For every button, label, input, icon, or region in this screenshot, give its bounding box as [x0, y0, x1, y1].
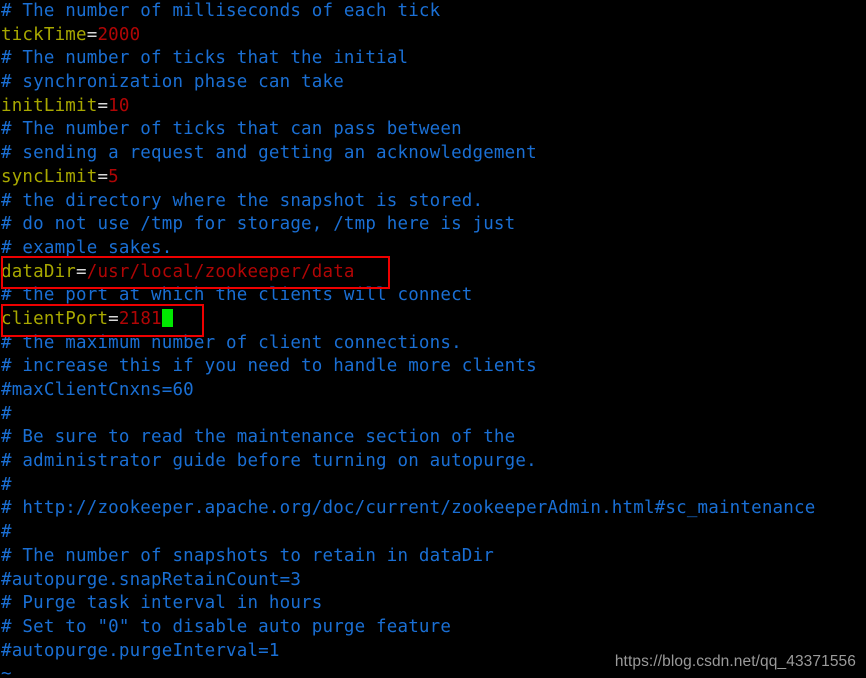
- config-equals-sign: =: [97, 95, 109, 116]
- comment-text: # the port at which the clients will con…: [1, 285, 473, 306]
- tilde-glyph: ~: [1, 664, 12, 678]
- comment-line[interactable]: # increase this if you need to handle mo…: [0, 355, 866, 379]
- comment-text: # the maximum number of client connectio…: [1, 332, 462, 353]
- comment-text: # The number of ticks that the initial: [1, 48, 409, 69]
- config-equals-sign: =: [97, 166, 109, 187]
- config-key: dataDir: [1, 261, 77, 282]
- comment-line[interactable]: # The number of ticks that can pass betw…: [0, 118, 866, 142]
- comment-text: #: [1, 403, 12, 424]
- config-line-syncLimit[interactable]: syncLimit=5: [0, 166, 866, 190]
- screenshot-root: # The number of milliseconds of each tic…: [0, 0, 866, 678]
- comment-line[interactable]: # the directory where the snapshot is st…: [0, 190, 866, 214]
- config-line-clientPort[interactable]: clientPort=2181: [0, 308, 866, 332]
- comment-line[interactable]: # administrator guide before turning on …: [0, 450, 866, 474]
- text-cursor: [161, 308, 173, 327]
- comment-line[interactable]: #: [0, 521, 866, 545]
- config-key: syncLimit: [1, 166, 98, 187]
- config-line-dataDir[interactable]: dataDir=/usr/local/zookeeper/data: [0, 261, 866, 285]
- comment-text: # sending a request and getting an ackno…: [1, 143, 537, 164]
- comment-text: # The number of milliseconds of each tic…: [1, 1, 441, 21]
- comment-text: # Set to "0" to disable auto purge featu…: [1, 616, 452, 637]
- config-key: tickTime: [1, 24, 87, 45]
- comment-line[interactable]: # Be sure to read the maintenance sectio…: [0, 426, 866, 450]
- comment-text: # do not use /tmp for storage, /tmp here…: [1, 214, 516, 235]
- comment-text: # increase this if you need to handle mo…: [1, 356, 537, 377]
- config-key: clientPort: [1, 308, 109, 329]
- comment-text: # synchronization phase can take: [1, 72, 344, 93]
- csdn-watermark: https://blog.csdn.net/qq_43371556: [614, 653, 856, 670]
- config-value: 2000: [97, 24, 141, 45]
- config-line-initLimit[interactable]: initLimit=10: [0, 95, 866, 119]
- comment-text: #: [1, 474, 12, 495]
- comment-text: # Be sure to read the maintenance sectio…: [1, 427, 516, 448]
- comment-line[interactable]: #maxClientCnxns=60: [0, 379, 866, 403]
- comment-line[interactable]: # http://zookeeper.apache.org/doc/curren…: [0, 497, 866, 521]
- config-value: 10: [108, 95, 130, 116]
- comment-text: #autopurge.purgeInterval=1: [1, 640, 280, 661]
- comment-line[interactable]: # do not use /tmp for storage, /tmp here…: [0, 213, 866, 237]
- config-line-tickTime[interactable]: tickTime=2000: [0, 24, 866, 48]
- config-key: initLimit: [1, 95, 98, 116]
- comment-line[interactable]: # Purge task interval in hours: [0, 592, 866, 616]
- comment-line[interactable]: # The number of snapshots to retain in d…: [0, 545, 866, 569]
- comment-line[interactable]: # sending a request and getting an ackno…: [0, 142, 866, 166]
- comment-text: #: [1, 522, 12, 543]
- comment-text: # The number of ticks that can pass betw…: [1, 119, 462, 140]
- comment-line[interactable]: # the port at which the clients will con…: [0, 284, 866, 308]
- comment-text: #autopurge.snapRetainCount=3: [1, 569, 302, 590]
- comment-line[interactable]: #: [0, 403, 866, 427]
- comment-text: # Purge task interval in hours: [1, 593, 323, 614]
- comment-line[interactable]: #: [0, 474, 866, 498]
- comment-text: # the directory where the snapshot is st…: [1, 190, 484, 211]
- config-value: /usr/local/zookeeper/data: [86, 261, 355, 282]
- comment-line[interactable]: # Set to "0" to disable auto purge featu…: [0, 616, 866, 640]
- comment-line[interactable]: # the maximum number of client connectio…: [0, 332, 866, 356]
- comment-text: # The number of snapshots to retain in d…: [1, 545, 494, 566]
- terminal-text-editor[interactable]: # The number of milliseconds of each tic…: [0, 0, 866, 678]
- config-value: 5: [108, 166, 119, 187]
- comment-text: #maxClientCnxns=60: [1, 380, 194, 400]
- comment-line[interactable]: #autopurge.snapRetainCount=3: [0, 569, 866, 593]
- config-value: 2181: [118, 308, 162, 329]
- comment-line[interactable]: # The number of ticks that the initial: [0, 47, 866, 71]
- comment-line[interactable]: # synchronization phase can take: [0, 71, 866, 95]
- comment-line[interactable]: # The number of milliseconds of each tic…: [0, 0, 866, 24]
- comment-text: # http://zookeeper.apache.org/doc/curren…: [1, 498, 816, 519]
- config-equals-sign: =: [108, 308, 119, 329]
- comment-text: # example sakes.: [1, 237, 173, 258]
- comment-text: # administrator guide before turning on …: [1, 451, 537, 472]
- config-equals-sign: =: [76, 261, 87, 282]
- comment-line[interactable]: # example sakes.: [0, 237, 866, 261]
- config-equals-sign: =: [86, 24, 98, 45]
